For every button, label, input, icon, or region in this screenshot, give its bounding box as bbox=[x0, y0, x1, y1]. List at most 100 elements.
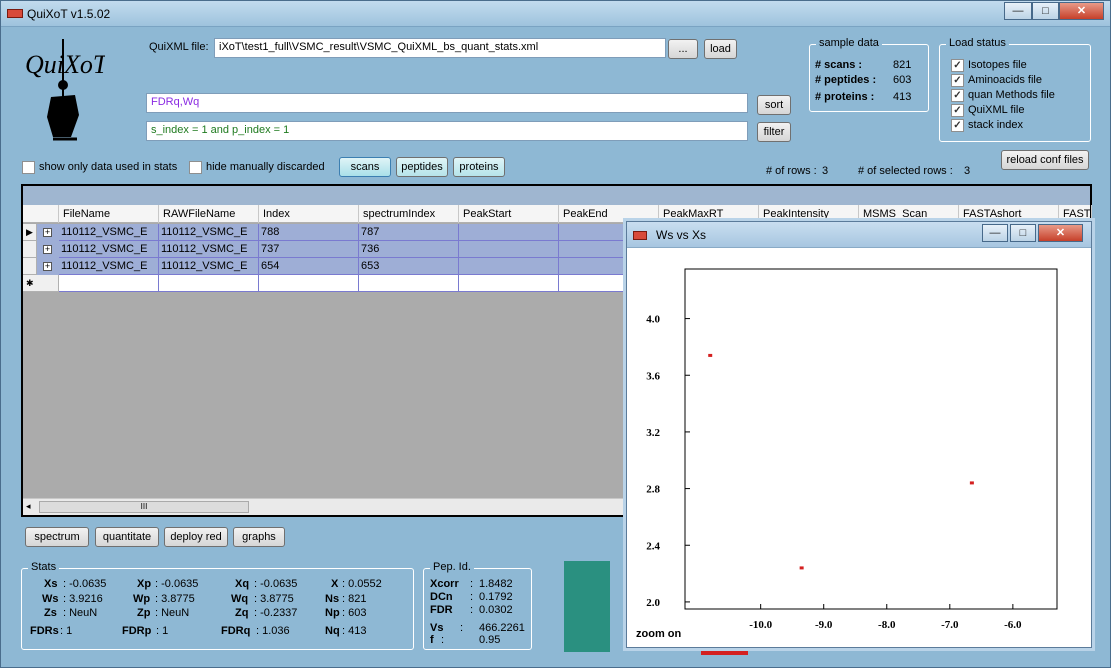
proteins-view-button[interactable]: proteins bbox=[453, 157, 505, 177]
cell-rawfilename[interactable] bbox=[159, 275, 259, 292]
stat-zp-value: : NeuN bbox=[155, 607, 190, 619]
window-title: QuiXoT v1.5.02 bbox=[27, 7, 111, 21]
proteins-value: 413 bbox=[893, 91, 912, 103]
filter-button[interactable]: filter bbox=[757, 122, 791, 142]
selected-rows-value: 3 bbox=[964, 165, 971, 177]
browse-button[interactable]: ... bbox=[668, 39, 698, 59]
rows-count-label: # of rows : bbox=[766, 165, 817, 177]
expand-row-button[interactable]: + bbox=[43, 228, 52, 237]
cell-peakend[interactable] bbox=[559, 241, 634, 258]
xcorr-value: 1.8482 bbox=[479, 578, 513, 590]
col-index[interactable]: Index bbox=[259, 205, 359, 223]
col-rawfilename[interactable]: RAWFileName bbox=[159, 205, 259, 223]
cell-peakend[interactable] bbox=[559, 275, 634, 292]
f-label: f bbox=[430, 634, 434, 646]
show-only-checkbox[interactable] bbox=[22, 161, 35, 174]
stat-np-label: Np bbox=[325, 607, 340, 619]
cell-index[interactable]: 654 bbox=[259, 258, 359, 275]
aminoacids-checkbox[interactable]: ✓ bbox=[951, 74, 964, 87]
cell-peakstart[interactable] bbox=[459, 224, 559, 241]
y-tick-label: 2.4 bbox=[646, 540, 660, 552]
stat-xs-value: : -0.0635 bbox=[63, 578, 107, 590]
aminoacids-label: Aminoacids file bbox=[968, 74, 1042, 86]
new-row[interactable]: ✱ bbox=[23, 275, 634, 292]
stat-wq-label: Wq bbox=[231, 593, 249, 605]
cell-rawfilename[interactable]: 110112_VSMC_E bbox=[159, 258, 259, 275]
col-spectrumindex[interactable]: spectrumIndex bbox=[359, 205, 459, 223]
deploy-red-button[interactable]: deploy red bbox=[164, 527, 228, 547]
x-tick-label: -10.0 bbox=[749, 619, 772, 631]
title-bar: QuiXoT v1.5.02 — □ ✕ bbox=[1, 1, 1110, 27]
filter-input[interactable]: s_index = 1 and p_index = 1 bbox=[146, 121, 748, 141]
scroll-left-arrow[interactable]: ◂ bbox=[26, 501, 31, 512]
x-tick-label: -6.0 bbox=[1004, 619, 1022, 631]
load-button[interactable]: load bbox=[704, 39, 737, 59]
stat-wp-label: Wp bbox=[133, 593, 151, 605]
rows-count-value: 3 bbox=[822, 165, 829, 177]
quixml-path-input[interactable]: iXoT\test1_full\VSMC_result\VSMC_QuiXML_… bbox=[214, 38, 666, 58]
scroll-thumb[interactable]: III bbox=[39, 501, 249, 513]
stat-x-value: : 0.0552 bbox=[342, 578, 382, 590]
cell-spectrumindex[interactable]: 736 bbox=[359, 241, 459, 258]
spectrum-button[interactable]: spectrum bbox=[25, 527, 89, 547]
cell-filename[interactable]: 110112_VSMC_E bbox=[59, 241, 159, 258]
stat-fdrs-label: FDRs bbox=[30, 625, 59, 637]
x-tick-label: -9.0 bbox=[815, 619, 833, 631]
cell-peakend[interactable] bbox=[559, 224, 634, 241]
close-button[interactable]: ✕ bbox=[1059, 2, 1104, 20]
cell-peakstart[interactable] bbox=[459, 275, 559, 292]
hide-discarded-label: hide manually discarded bbox=[206, 161, 325, 173]
graphs-button[interactable]: graphs bbox=[233, 527, 285, 547]
col-peakstart[interactable]: PeakStart bbox=[459, 205, 559, 223]
app-icon bbox=[7, 9, 23, 18]
col-filename[interactable]: FileName bbox=[59, 205, 159, 223]
sample-data-title: sample data bbox=[816, 37, 882, 49]
peptides-label: # peptides : bbox=[815, 74, 877, 86]
cell-filename[interactable]: 110112_VSMC_E bbox=[59, 258, 159, 275]
cell-index[interactable]: 788 bbox=[259, 224, 359, 241]
fdr-value: 0.0302 bbox=[479, 604, 513, 616]
expand-row-button[interactable]: + bbox=[43, 262, 52, 271]
maximize-button[interactable]: □ bbox=[1032, 2, 1059, 20]
sort-input[interactable]: FDRq,Wq bbox=[146, 93, 748, 113]
quantitate-button[interactable]: quantitate bbox=[95, 527, 159, 547]
vs-value: 466.2261 bbox=[479, 622, 525, 634]
cell-filename[interactable] bbox=[59, 275, 159, 292]
cell-index[interactable] bbox=[259, 275, 359, 292]
cell-rawfilename[interactable]: 110112_VSMC_E bbox=[159, 241, 259, 258]
peptides-view-button[interactable]: peptides bbox=[396, 157, 448, 177]
selected-rows-label: # of selected rows : bbox=[858, 165, 953, 177]
stat-xq-value: : -0.0635 bbox=[254, 578, 298, 590]
isotopes-checkbox[interactable]: ✓ bbox=[951, 59, 964, 72]
table-row[interactable]: ▶ + 110112_VSMC_E 110112_VSMC_E 788 787 bbox=[23, 224, 634, 241]
cell-spectrumindex[interactable]: 653 bbox=[359, 258, 459, 275]
table-row[interactable]: + 110112_VSMC_E 110112_VSMC_E 654 653 bbox=[23, 258, 634, 275]
sort-button[interactable]: sort bbox=[757, 95, 791, 115]
xcorr-label: Xcorr bbox=[430, 578, 459, 590]
cell-peakstart[interactable] bbox=[459, 241, 559, 258]
cell-peakend[interactable] bbox=[559, 258, 634, 275]
stack-index-checkbox[interactable]: ✓ bbox=[951, 119, 964, 132]
cell-index[interactable]: 737 bbox=[259, 241, 359, 258]
y-tick-label: 3.2 bbox=[646, 427, 660, 439]
quixml-checkbox[interactable]: ✓ bbox=[951, 104, 964, 117]
horizontal-scrollbar[interactable]: ◂ III bbox=[23, 498, 628, 515]
scans-view-button[interactable]: scans bbox=[339, 157, 391, 177]
hide-discarded-checkbox[interactable] bbox=[189, 161, 202, 174]
plot-minimize-button[interactable]: — bbox=[982, 224, 1008, 242]
fdr-label: FDR bbox=[430, 604, 453, 616]
cell-peakstart[interactable] bbox=[459, 258, 559, 275]
data-point bbox=[708, 353, 713, 357]
minimize-button[interactable]: — bbox=[1004, 2, 1032, 20]
quan-methods-checkbox[interactable]: ✓ bbox=[951, 89, 964, 102]
plot-close-button[interactable]: ✕ bbox=[1038, 224, 1083, 242]
expand-row-button[interactable]: + bbox=[43, 245, 52, 254]
plot-maximize-button[interactable]: □ bbox=[1010, 224, 1036, 242]
cell-filename[interactable]: 110112_VSMC_E bbox=[59, 224, 159, 241]
reload-conf-button[interactable]: reload conf files bbox=[1001, 150, 1089, 170]
cell-spectrumindex[interactable] bbox=[359, 275, 459, 292]
cell-rawfilename[interactable]: 110112_VSMC_E bbox=[159, 224, 259, 241]
table-row[interactable]: + 110112_VSMC_E 110112_VSMC_E 737 736 bbox=[23, 241, 634, 258]
cell-spectrumindex[interactable]: 787 bbox=[359, 224, 459, 241]
quixote-logo: QuiXoT bbox=[25, 39, 105, 141]
